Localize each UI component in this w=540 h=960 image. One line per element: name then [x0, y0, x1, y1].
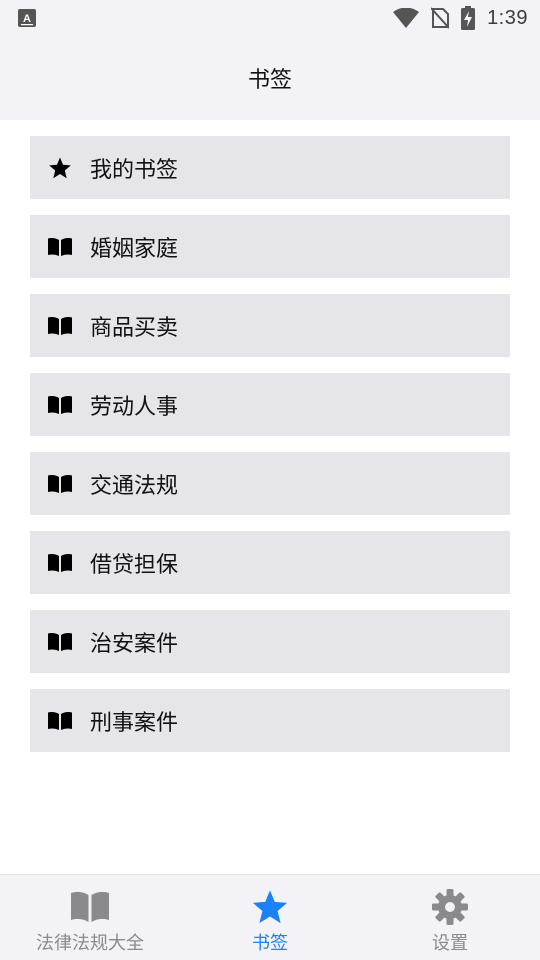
book-icon: [48, 630, 72, 654]
list-item-label: 劳动人事: [90, 394, 179, 420]
star-icon: [251, 888, 289, 926]
wifi-icon: [393, 8, 420, 28]
book-icon: [48, 393, 72, 417]
page-title: 书签: [247, 68, 292, 93]
tab-bookmarks[interactable]: 书签: [180, 875, 360, 960]
list-item-label: 交通法规: [90, 473, 179, 499]
gear-icon: [431, 888, 469, 926]
book-icon: [48, 472, 72, 496]
list-item-label: 刑事案件: [90, 710, 179, 736]
list-item-labor-personnel[interactable]: 劳动人事: [30, 373, 510, 436]
tab-label: 书签: [252, 933, 288, 954]
list-item-my-bookmarks[interactable]: 我的书签: [30, 136, 510, 199]
list-item-label: 借贷担保: [90, 552, 179, 578]
keyboard-a-icon: A: [18, 9, 36, 27]
list-item-commodity-trade[interactable]: 商品买卖: [30, 294, 510, 357]
svg-text:A: A: [23, 13, 31, 25]
list-item-label: 婚姻家庭: [90, 236, 179, 262]
tab-settings[interactable]: 设置: [360, 875, 540, 960]
list-item-loan-guarantee[interactable]: 借贷担保: [30, 531, 510, 594]
tab-bar: 法律法规大全 书签 设置: [0, 874, 540, 960]
list-item-traffic-law[interactable]: 交通法规: [30, 452, 510, 515]
battery-charging-icon: [461, 6, 476, 30]
status-time: 1:39: [487, 6, 528, 29]
list-item-label: 商品买卖: [90, 315, 179, 341]
star-icon: [48, 156, 72, 180]
book-icon: [71, 888, 109, 926]
list-item-criminal-case[interactable]: 刑事案件: [30, 689, 510, 752]
status-bar: A 1:39: [0, 0, 540, 36]
book-icon: [48, 551, 72, 575]
list-item-marriage-family[interactable]: 婚姻家庭: [30, 215, 510, 278]
list-item-label: 治安案件: [90, 631, 179, 657]
list-item-label: 我的书签: [90, 157, 179, 183]
no-sim-icon: [431, 7, 450, 29]
tab-label: 设置: [432, 933, 468, 954]
book-icon: [48, 235, 72, 259]
tab-label: 法律法规大全: [36, 933, 144, 954]
header: 书签: [0, 36, 540, 120]
book-icon: [48, 314, 72, 338]
bookmark-list: 我的书签 婚姻家庭 商品买卖 劳动人事 交通法规 借贷担保 治安案件 刑事案件: [30, 136, 510, 768]
tab-law-collection[interactable]: 法律法规大全: [0, 875, 180, 960]
list-item-public-security[interactable]: 治安案件: [30, 610, 510, 673]
book-icon: [48, 709, 72, 733]
